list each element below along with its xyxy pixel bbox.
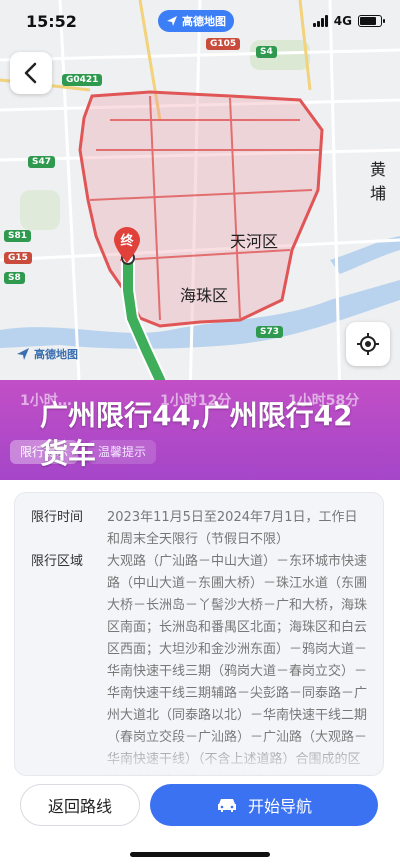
road-shield: S47: [28, 156, 56, 168]
map-back-button[interactable]: [10, 52, 52, 94]
banner-title: 广州限行44,广州限行42货车: [40, 399, 353, 470]
restriction-card: 限行时间 2023年11月5日至2024年7月1日，工作日和周末全天限行（节假日…: [14, 492, 384, 776]
end-marker[interactable]: 终: [112, 226, 142, 264]
restriction-time-value: 2023年11月5日至2024年7月1日，工作日和周末全天限行（节假日不限）: [107, 510, 358, 547]
navigation-arrow-icon: [167, 16, 177, 26]
brand-pill: 高德地图: [158, 10, 234, 32]
car-icon: [217, 799, 236, 812]
home-indicator: [130, 852, 270, 857]
network-type: 4G: [333, 14, 352, 28]
park: [20, 190, 60, 230]
status-time: 15:52: [26, 12, 77, 31]
district-label: 黄埔: [370, 160, 387, 203]
brand-name: 高德地图: [182, 15, 226, 28]
map-canvas: [0, 0, 400, 400]
road-shield: G0421: [62, 74, 103, 86]
back-route-label: 返回路线: [47, 797, 112, 816]
road-shield: G15: [4, 252, 32, 264]
signal-icon: [312, 15, 328, 27]
restriction-time-row: 限行时间 2023年11月5日至2024年7月1日，工作日和周末全天限行（节假日…: [31, 507, 369, 551]
amap-logo-icon: [17, 348, 29, 360]
district-label: 海珠区: [180, 286, 229, 305]
start-navigation-label: 开始导航: [247, 797, 312, 816]
road-shield: S81: [4, 230, 32, 242]
road-shield: S4: [256, 46, 277, 58]
district-label: 天河区: [230, 232, 279, 251]
chevron-left-icon: [24, 62, 37, 84]
locate-button[interactable]: [346, 322, 390, 366]
map-logo: 高德地图: [16, 346, 78, 362]
locate-icon: [357, 333, 379, 355]
map-logo-text: 高德地图: [34, 348, 78, 361]
battery-icon: [358, 15, 385, 27]
road-shield: S73: [256, 326, 284, 338]
road-shield: S8: [4, 272, 25, 284]
card-fade: [15, 735, 383, 775]
map-view[interactable]: 天河区 海珠区 黄埔 G105 S4 G0421 S47 S81 S73 G15…: [0, 0, 400, 400]
start-navigation-button[interactable]: 开始导航: [150, 784, 378, 826]
end-marker-label: 终: [120, 234, 134, 249]
status-indicators: 4G: [312, 14, 385, 28]
back-route-button[interactable]: 返回路线: [20, 784, 140, 826]
restriction-time-label: 限行时间: [31, 510, 84, 525]
